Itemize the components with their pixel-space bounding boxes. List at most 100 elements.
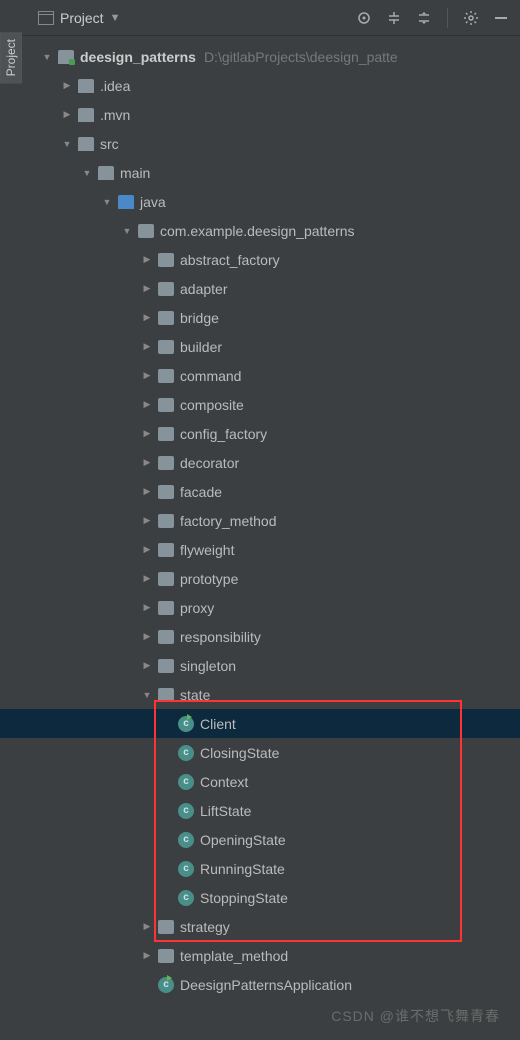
tree-package[interactable]: factory_method [22, 506, 520, 535]
tree-class-app[interactable]: c DeesignPatternsApplication [22, 970, 520, 999]
chevron-right-icon[interactable] [140, 283, 154, 294]
class-icon: c [178, 716, 194, 732]
tree-package[interactable]: decorator [22, 448, 520, 477]
tree-class[interactable]: c RunningState [22, 854, 520, 883]
chevron-right-icon[interactable] [140, 573, 154, 584]
tree-label: state [180, 687, 210, 703]
tree-package[interactable]: bridge [22, 303, 520, 332]
package-icon [158, 485, 174, 499]
tree-label: facade [180, 484, 222, 500]
chevron-right-icon[interactable] [140, 660, 154, 671]
module-icon [58, 50, 74, 64]
class-icon: c [178, 745, 194, 761]
package-icon [158, 456, 174, 470]
chevron-right-icon[interactable] [140, 254, 154, 265]
chevron-right-icon[interactable] [140, 631, 154, 642]
package-icon [158, 601, 174, 615]
hide-icon[interactable] [492, 9, 510, 27]
chevron-down-icon[interactable] [140, 690, 154, 700]
project-view-icon [38, 11, 54, 25]
chevron-right-icon[interactable] [140, 457, 154, 468]
side-tab-project[interactable]: Project [0, 32, 22, 83]
package-icon [158, 543, 174, 557]
chevron-right-icon[interactable] [140, 602, 154, 613]
tree-folder-src[interactable]: src [22, 129, 520, 158]
tree-label: DeesignPatternsApplication [180, 977, 352, 993]
tree-label: .idea [100, 78, 130, 94]
tree-package[interactable]: builder [22, 332, 520, 361]
chevron-right-icon[interactable] [140, 370, 154, 381]
tree-label: strategy [180, 919, 230, 935]
tree-package[interactable]: config_factory [22, 419, 520, 448]
package-icon [158, 398, 174, 412]
tree-folder-java[interactable]: java [22, 187, 520, 216]
tree-class[interactable]: c Client [22, 709, 520, 738]
tree-label: proxy [180, 600, 214, 616]
chevron-down-icon[interactable] [60, 139, 74, 149]
package-icon [158, 340, 174, 354]
package-icon [158, 688, 174, 702]
package-icon [158, 514, 174, 528]
project-toolbar: Project ▼ [0, 0, 520, 36]
gear-icon[interactable] [462, 9, 480, 27]
tree-package[interactable]: template_method [22, 941, 520, 970]
tree-folder-idea[interactable]: .idea [22, 71, 520, 100]
tree-package[interactable]: composite [22, 390, 520, 419]
tree-class[interactable]: c ClosingState [22, 738, 520, 767]
tree-folder-mvn[interactable]: .mvn [22, 100, 520, 129]
tree-folder-main[interactable]: main [22, 158, 520, 187]
chevron-right-icon[interactable] [140, 921, 154, 932]
tree-package[interactable]: prototype [22, 564, 520, 593]
tree-label: decorator [180, 455, 239, 471]
chevron-down-icon[interactable] [120, 226, 134, 236]
chevron-right-icon[interactable] [140, 544, 154, 555]
collapse-all-icon[interactable] [415, 9, 433, 27]
folder-icon [78, 137, 94, 151]
tree-label: composite [180, 397, 244, 413]
toolbar-divider [447, 8, 448, 28]
chevron-right-icon[interactable] [140, 399, 154, 410]
chevron-right-icon[interactable] [140, 341, 154, 352]
tree-package[interactable]: proxy [22, 593, 520, 622]
expand-all-icon[interactable] [385, 9, 403, 27]
tree-label: OpeningState [200, 832, 286, 848]
tree-package[interactable]: abstract_factory [22, 245, 520, 274]
select-opened-file-icon[interactable] [355, 9, 373, 27]
tree-label: builder [180, 339, 222, 355]
toolbar-title[interactable]: Project [60, 10, 104, 26]
tree-package[interactable]: facade [22, 477, 520, 506]
chevron-right-icon[interactable] [60, 80, 74, 91]
tree-label: src [100, 136, 119, 152]
tree-path: D:\gitlabProjects\deesign_patte [204, 49, 398, 65]
tree-package[interactable]: strategy [22, 912, 520, 941]
dropdown-icon[interactable]: ▼ [110, 12, 121, 24]
tree-package[interactable]: responsibility [22, 622, 520, 651]
folder-icon [78, 79, 94, 93]
tree-label: command [180, 368, 241, 384]
chevron-right-icon[interactable] [140, 428, 154, 439]
chevron-right-icon[interactable] [140, 486, 154, 497]
tree-package-state[interactable]: state [22, 680, 520, 709]
package-icon [158, 572, 174, 586]
chevron-down-icon[interactable] [100, 197, 114, 207]
tree-label: abstract_factory [180, 252, 280, 268]
tree-label: LiftState [200, 803, 251, 819]
tree-package[interactable]: adapter [22, 274, 520, 303]
chevron-down-icon[interactable] [80, 168, 94, 178]
tree-class[interactable]: c Context [22, 767, 520, 796]
chevron-right-icon[interactable] [140, 950, 154, 961]
chevron-right-icon[interactable] [60, 109, 74, 120]
tree-package-base[interactable]: com.example.deesign_patterns [22, 216, 520, 245]
tree-package[interactable]: flyweight [22, 535, 520, 564]
tree-class[interactable]: c LiftState [22, 796, 520, 825]
tree-package[interactable]: singleton [22, 651, 520, 680]
tree-package[interactable]: command [22, 361, 520, 390]
project-root[interactable]: deesign_patterns D:\gitlabProjects\deesi… [22, 42, 520, 71]
tree-label: adapter [180, 281, 227, 297]
chevron-right-icon[interactable] [140, 312, 154, 323]
chevron-right-icon[interactable] [140, 515, 154, 526]
chevron-down-icon[interactable] [40, 52, 54, 62]
tree-class[interactable]: c StoppingState [22, 883, 520, 912]
package-icon [138, 224, 154, 238]
tree-class[interactable]: c OpeningState [22, 825, 520, 854]
